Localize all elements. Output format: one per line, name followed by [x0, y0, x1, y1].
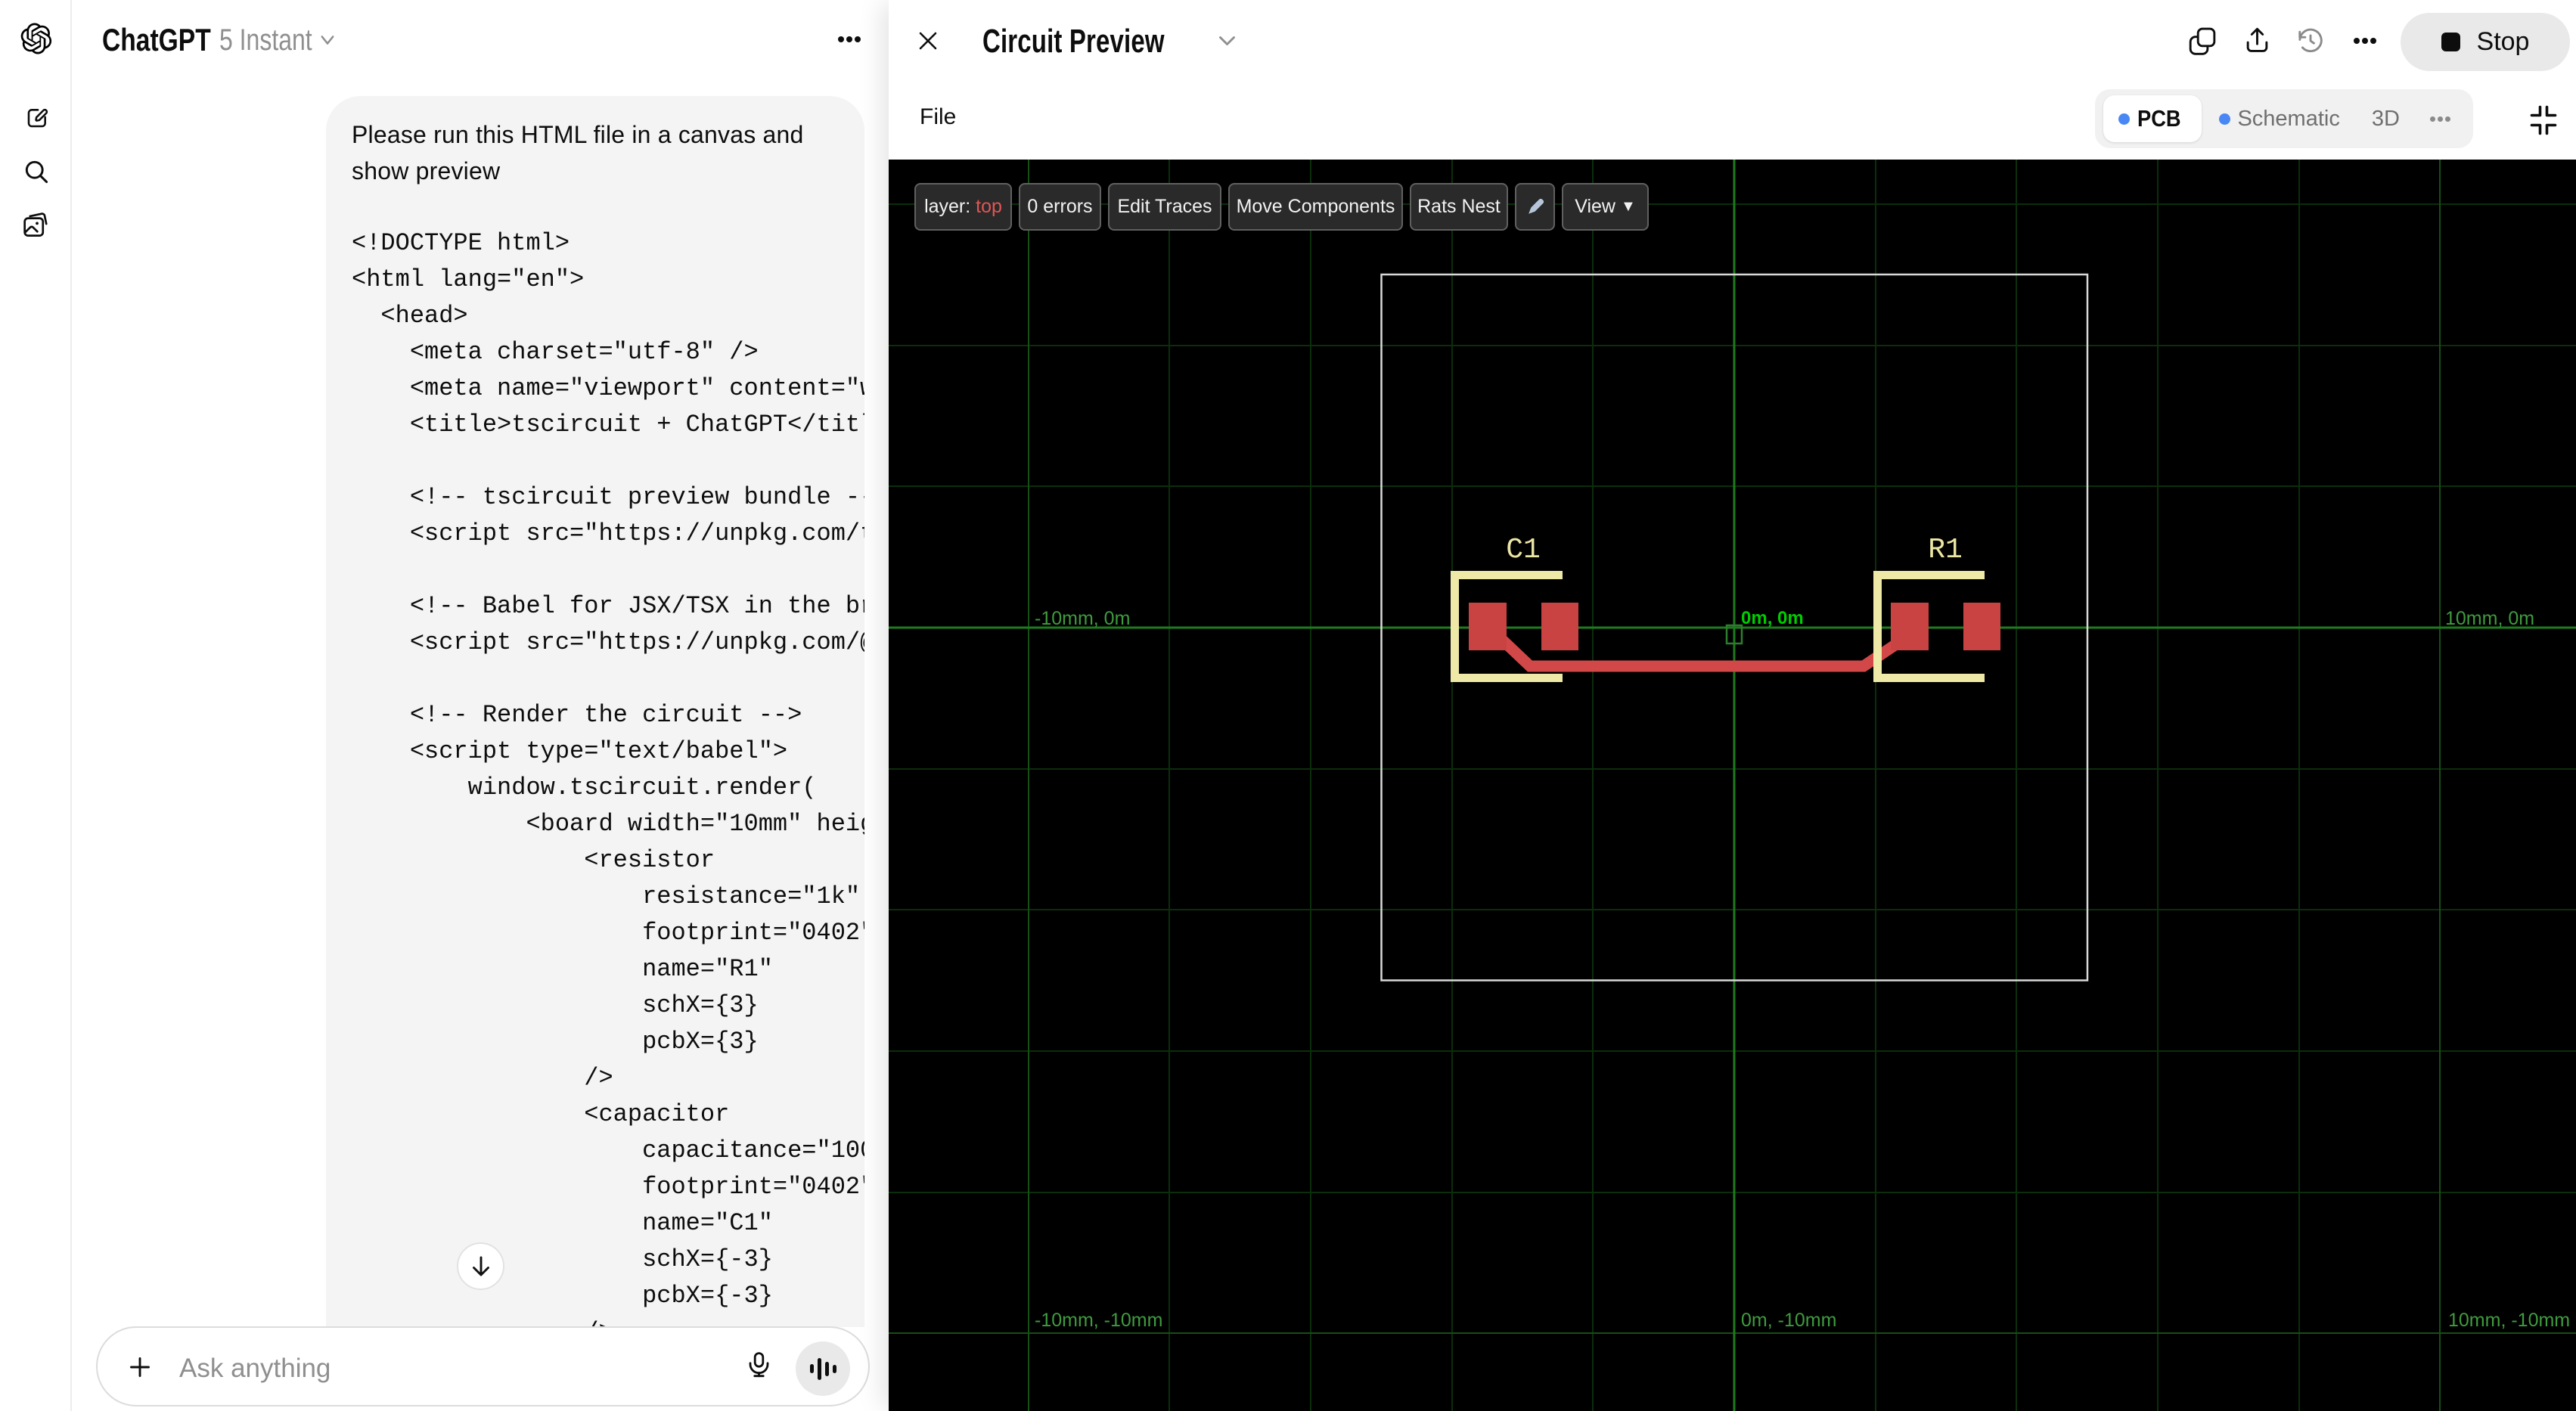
- svg-text:R1: R1: [1928, 534, 1963, 566]
- svg-text:-10mm, -10mm: -10mm, -10mm: [1035, 1310, 1162, 1331]
- svg-text:10mm, -10mm: 10mm, -10mm: [2448, 1310, 2570, 1331]
- svg-text:10mm, 0m: 10mm, 0m: [2445, 608, 2534, 629]
- svg-text:C1: C1: [1506, 534, 1541, 566]
- svg-text:0m, 0m: 0m, 0m: [1741, 608, 1804, 628]
- svg-text:0m, -10mm: 0m, -10mm: [1741, 1310, 1836, 1331]
- svg-text:-10mm, 0m: -10mm, 0m: [1035, 608, 1130, 629]
